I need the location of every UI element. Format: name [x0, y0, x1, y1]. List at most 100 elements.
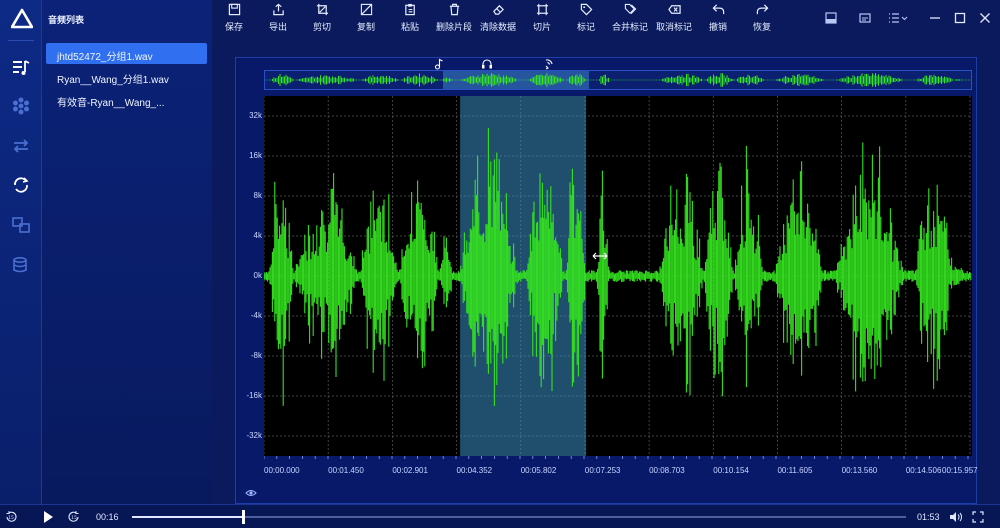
eye-icon[interactable]: [245, 488, 257, 498]
slice-icon: [536, 3, 548, 16]
paste-icon: [404, 3, 415, 16]
x-tick-label: 00:14.506: [905, 466, 942, 475]
y-tick-label: -16k: [246, 391, 262, 400]
y-tick-label: -8k: [250, 351, 262, 360]
total-time: 01:53: [917, 512, 940, 522]
progress-fill: [132, 516, 243, 518]
file-item[interactable]: Ryan__Wang_分组1.wav: [46, 66, 207, 87]
redo-icon: [756, 4, 768, 15]
x-tick-label: 00:10.154: [713, 466, 749, 475]
transfer-icon[interactable]: [11, 136, 31, 156]
x-tick-label: 00:04.352: [456, 466, 493, 475]
save-label: 保存: [224, 22, 243, 32]
y-tick-label: 16k: [249, 151, 262, 160]
player-bar: 15 15 00:16 01:53: [0, 504, 1000, 528]
y-tick-label: 8k: [253, 191, 262, 200]
audio-list-icon[interactable]: [11, 58, 31, 78]
x-tick-label: 00:02.901: [392, 466, 428, 475]
cancel-mark-label: 取消标记: [655, 22, 692, 32]
subtitle-icon[interactable]: [859, 12, 871, 24]
cancel-mark-button[interactable]: 取消标记: [654, 3, 694, 37]
fullscreen-icon[interactable]: [972, 511, 984, 523]
progress-handle[interactable]: [241, 510, 245, 524]
rail-divider: [8, 40, 34, 41]
database-icon[interactable]: [11, 255, 31, 275]
x-tick-label: 00:08.703: [649, 466, 685, 475]
merge-marks-label: 合并标记: [611, 22, 648, 32]
forward-15-icon[interactable]: 15: [67, 510, 81, 524]
delete-segment-button[interactable]: 删除片段: [434, 3, 474, 37]
y-tick-label: -32k: [246, 431, 262, 440]
file-item[interactable]: jhtd52472_分组1.wav: [46, 43, 207, 64]
minimize-icon[interactable]: [929, 12, 941, 24]
crop-icon: [316, 3, 328, 16]
list-menu-icon[interactable]: [888, 12, 910, 24]
mark-label: 标记: [576, 22, 595, 32]
speaker-icon[interactable]: [543, 58, 555, 70]
x-tick-label: 00:11.605: [777, 466, 813, 475]
cut-button[interactable]: 剪切: [310, 3, 334, 37]
progress-track[interactable]: [132, 516, 906, 518]
waveform-overview[interactable]: [264, 70, 972, 90]
eraser-icon: [492, 4, 504, 15]
toolbar: 保存 导出 剪切 复制 粘贴 删除片段 清除数据 切片 标记 合并标记 取消标记: [212, 0, 1000, 40]
delete-segment-label: 删除片段: [435, 22, 472, 32]
app-logo-icon: [11, 8, 33, 29]
y-tick-label: 0k: [253, 271, 262, 280]
slice-button[interactable]: 切片: [530, 3, 554, 37]
redo-label: 恢复: [752, 22, 771, 32]
save-button[interactable]: 保存: [222, 3, 246, 37]
close-icon[interactable]: [979, 12, 991, 24]
tag-icon: [580, 3, 592, 16]
settings-cluster-icon[interactable]: [11, 96, 31, 116]
y-tick-label: 32k: [249, 111, 262, 120]
clear-tag-icon: [667, 5, 681, 14]
y-tick-label: -4k: [250, 311, 262, 320]
copy-icon: [360, 3, 372, 16]
trash-icon: [449, 3, 459, 16]
music-note-icon[interactable]: [433, 58, 445, 70]
svg-text:15: 15: [71, 515, 77, 521]
svg-text:15: 15: [8, 515, 14, 521]
x-tick-label: 00:00.000: [264, 466, 300, 475]
export-icon: [272, 3, 284, 16]
clear-data-button[interactable]: 清除数据: [478, 3, 518, 37]
x-tick-label: 00:05.802: [520, 466, 557, 475]
maximize-icon[interactable]: [954, 12, 966, 24]
overview-wave: [265, 73, 971, 87]
play-icon[interactable]: [42, 510, 54, 524]
paste-label: 粘贴: [400, 22, 419, 32]
slice-label: 切片: [532, 22, 551, 32]
current-time: 00:16: [96, 512, 119, 522]
merge-tag-icon: [624, 3, 636, 15]
waveform-canvas[interactable]: [264, 96, 972, 456]
undo-label: 撤销: [708, 22, 727, 32]
clear-data-label: 清除数据: [479, 22, 516, 32]
x-tick-label: 00:01.450: [328, 466, 364, 475]
undo-button[interactable]: 撤销: [706, 3, 730, 37]
file-item[interactable]: 有效音-Ryan__Wang_...: [46, 89, 207, 110]
undo-icon: [712, 4, 724, 15]
panel-layout-icon[interactable]: [825, 12, 837, 24]
x-tick-label: 00:15.957: [942, 466, 978, 475]
x-tick-label: 00:13.560: [841, 466, 878, 475]
time-ruler: [264, 456, 969, 459]
export-label: 导出: [268, 22, 287, 32]
volume-icon[interactable]: [949, 511, 963, 523]
cut-label: 剪切: [312, 22, 331, 32]
sync-icon[interactable]: [11, 175, 31, 195]
export-button[interactable]: 导出: [266, 3, 290, 37]
merge-marks-button[interactable]: 合并标记: [610, 3, 650, 37]
paste-button[interactable]: 粘贴: [398, 3, 422, 37]
redo-button[interactable]: 恢复: [750, 3, 774, 37]
compare-icon[interactable]: [11, 215, 31, 235]
copy-label: 复制: [356, 22, 375, 32]
x-tick-label: 00:07.253: [584, 466, 621, 475]
mark-button[interactable]: 标记: [574, 3, 598, 37]
headphones-icon[interactable]: [481, 58, 493, 70]
panel-title: 音频列表: [48, 15, 85, 25]
copy-button[interactable]: 复制: [354, 3, 378, 37]
left-rail: [0, 0, 42, 504]
y-tick-label: 4k: [253, 231, 262, 240]
rewind-15-icon[interactable]: 15: [4, 510, 18, 524]
